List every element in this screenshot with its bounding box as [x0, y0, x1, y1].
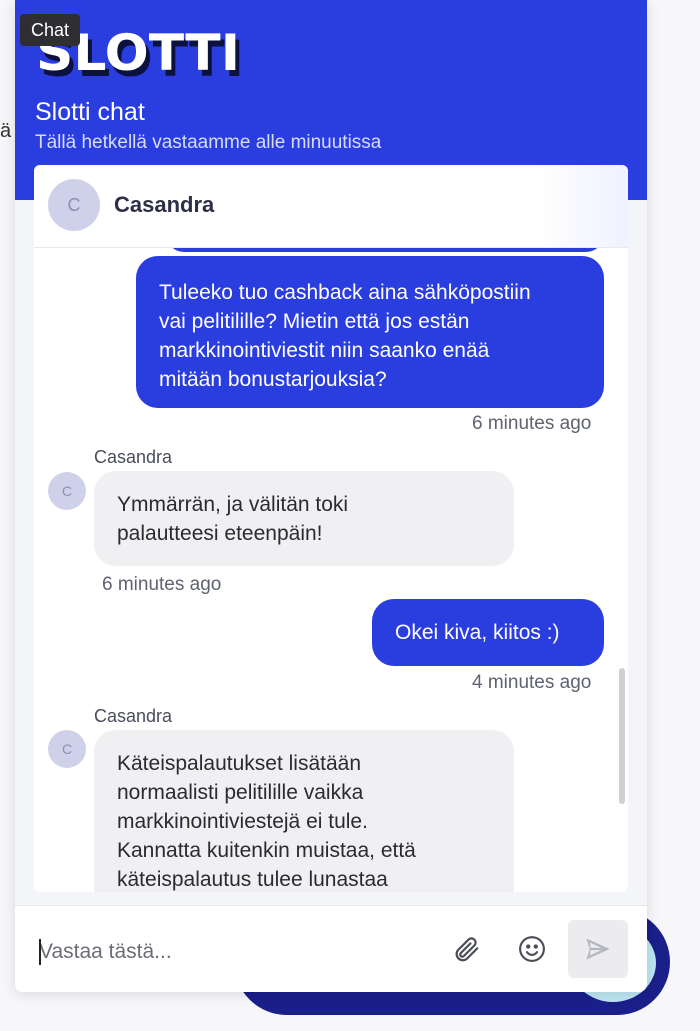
chat-tooltip: Chat — [20, 14, 81, 46]
conversation-card: C Casandra Tuleeko tuo cashback aina säh… — [34, 165, 628, 892]
text-caret — [39, 939, 41, 965]
previous-message-tail — [166, 248, 604, 252]
attach-button[interactable] — [449, 932, 483, 966]
background-page-text: ä — [0, 120, 12, 142]
emoji-button[interactable] — [515, 932, 549, 966]
reply-input[interactable] — [37, 936, 441, 968]
agent-avatar-small: C — [48, 730, 86, 768]
send-arrow-icon — [586, 938, 610, 960]
agent-avatar: C — [48, 179, 100, 231]
agent-message: Ymmärrän, ja välitän toki palautteesi et… — [94, 471, 514, 566]
message-scrollbar[interactable] — [619, 668, 625, 804]
chat-title: Slotti chat — [35, 98, 145, 126]
message-timestamp: 6 minutes ago — [102, 574, 222, 595]
message-line: Kannatta kuitenkin muistaa, että — [117, 839, 416, 862]
message-line: normaalisti pelitilille vaikka — [117, 781, 364, 804]
chat-widget: SLOTTI SLOTTI Slotti chat Tällä hetkellä… — [15, 0, 647, 992]
send-button[interactable] — [568, 920, 628, 978]
agent-name: Casandra — [114, 192, 215, 217]
message-line: markkinointiviestit niin saanko enää — [159, 339, 490, 362]
sender-name: Casandra — [94, 706, 173, 726]
user-message: Okei kiva, kiitos :) — [372, 599, 604, 666]
user-message: Tuleeko tuo cashback aina sähköpostiin v… — [136, 256, 604, 408]
message-line: markkinointiviestejä ei tule. — [117, 810, 368, 833]
message-timestamp: 6 minutes ago — [472, 413, 592, 434]
message-line: Tuleeko tuo cashback aina sähköpostiin — [159, 281, 531, 304]
message-line: Käteispalautukset lisätään — [117, 752, 361, 775]
message-line: mitään bonustarjouksia? — [159, 368, 387, 391]
paperclip-icon — [455, 937, 479, 962]
message-timestamp: 4 minutes ago — [472, 672, 592, 693]
agent-avatar-small: C — [48, 472, 86, 510]
message-line: vai pelitilille? Mietin että jos estän — [159, 310, 470, 333]
message-line: Ymmärrän, ja välitän toki — [117, 493, 349, 516]
smiley-icon — [519, 936, 545, 962]
message-line: Okei kiva, kiitos :) — [395, 621, 560, 644]
message-list[interactable]: Tuleeko tuo cashback aina sähköpostiin v… — [34, 248, 628, 892]
composer — [15, 905, 647, 992]
agent-bar: C Casandra — [34, 165, 628, 248]
message-line: palautteesi eteenpäin! — [117, 522, 323, 545]
sender-name: Casandra — [94, 447, 173, 467]
agent-message: Käteispalautukset lisätään normaalisti p… — [94, 730, 514, 892]
message-line: käteispalautus tulee lunastaa — [117, 868, 388, 891]
chat-subtitle: Tällä hetkellä vastaamme alle minuutissa — [35, 132, 382, 153]
